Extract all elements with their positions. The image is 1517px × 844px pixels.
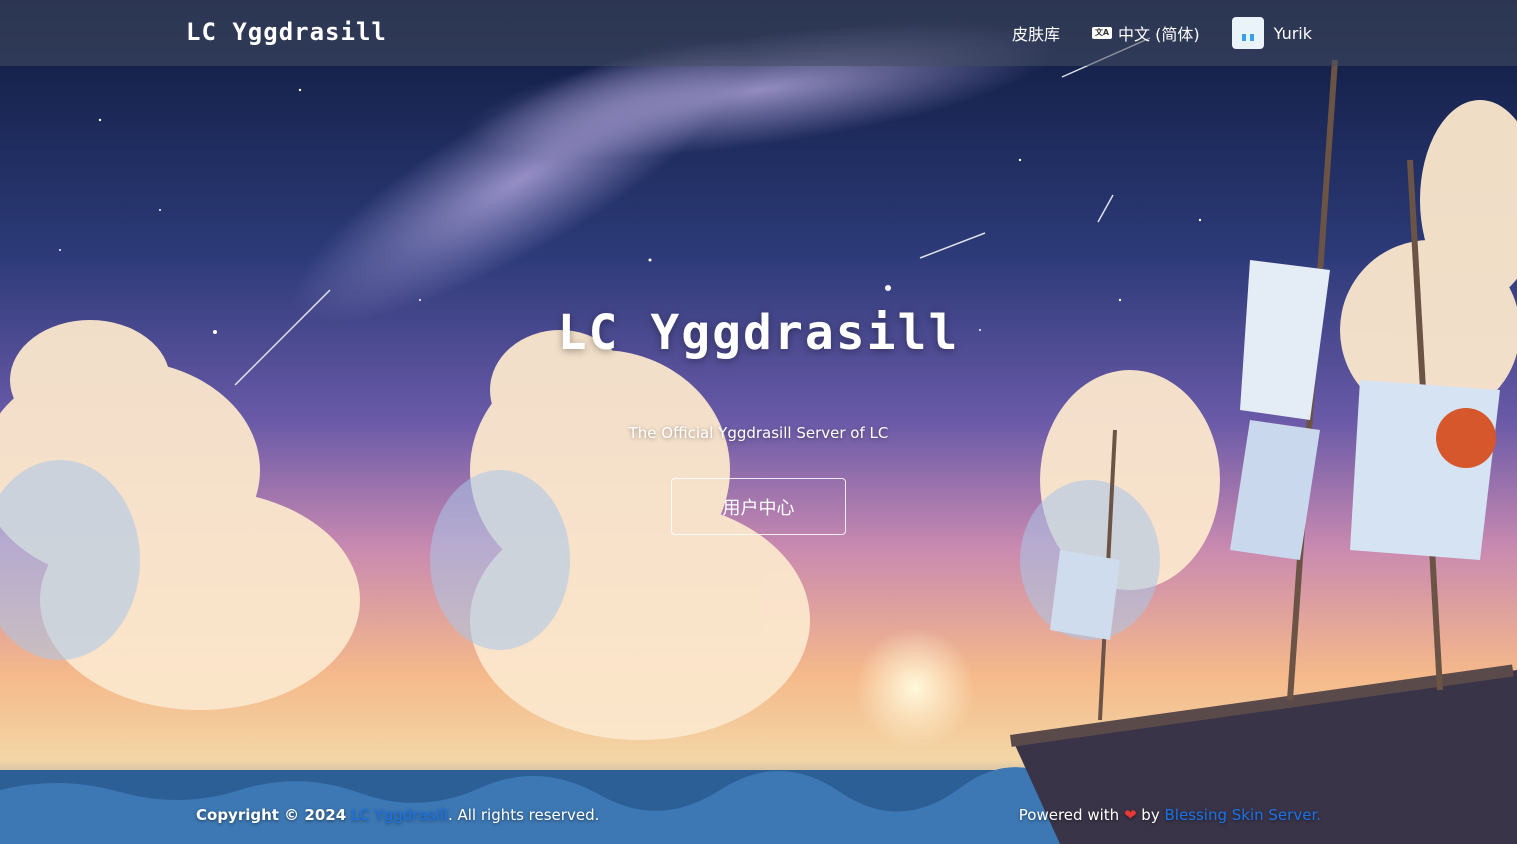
rights-text: . All rights reserved.	[447, 806, 600, 824]
footer: Copyright © 2024 LC Yggdrasill. All righ…	[0, 806, 1517, 828]
language-selector[interactable]: 文A 中文 (简体)	[1092, 21, 1200, 45]
brand-link[interactable]: LC Yggdrasill	[186, 18, 387, 46]
hero-title: LC Yggdrasill	[557, 305, 960, 361]
skin-library-label: 皮肤库	[1012, 25, 1061, 44]
top-navbar: LC Yggdrasill 皮肤库 文A 中文 (简体) Yurik	[0, 0, 1517, 66]
user-name: Yurik	[1273, 23, 1312, 43]
footer-powered: Powered with ❤ by Blessing Skin Server.	[1019, 806, 1321, 824]
user-center-button[interactable]: 用户中心	[671, 478, 846, 535]
powered-prefix: Powered with	[1018, 806, 1120, 824]
copyright-prefix: Copyright © 2024	[196, 806, 347, 824]
skin-library-link[interactable]: 皮肤库	[1012, 21, 1060, 45]
powered-by: by	[1141, 806, 1160, 824]
footer-site-link[interactable]: LC Yggdrasill	[351, 806, 448, 824]
nav-right-menu: 皮肤库 文A 中文 (简体) Yurik	[1012, 0, 1312, 66]
background-scene	[0, 0, 1517, 844]
language-icon: 文A	[1092, 27, 1113, 39]
heart-icon: ❤	[1123, 806, 1137, 824]
hero-subtitle: The Official Yggdrasill Server of LC	[628, 424, 889, 442]
avatar	[1231, 17, 1264, 49]
footer-copyright: Copyright © 2024 LC Yggdrasill. All righ…	[196, 806, 599, 824]
blessing-skin-link[interactable]: Blessing Skin Server.	[1164, 806, 1321, 824]
language-label: 中文 (简体)	[1118, 25, 1200, 44]
user-menu[interactable]: Yurik	[1231, 17, 1312, 49]
